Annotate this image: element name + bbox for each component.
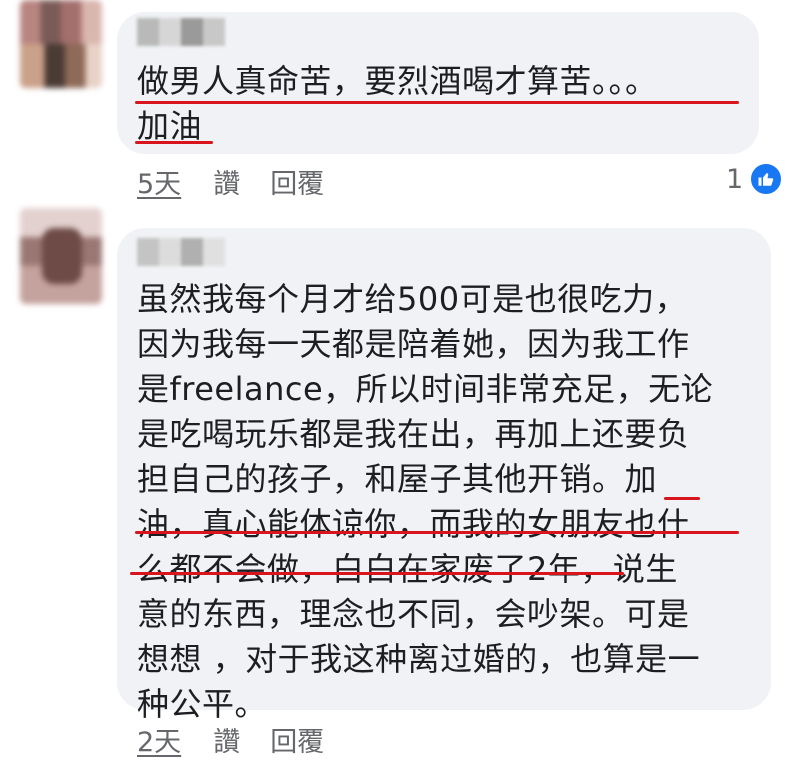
comment-timestamp[interactable]: 2天 [137, 720, 181, 759]
comment-actions: 2天 讚 回覆 [137, 720, 354, 759]
commenter-name-blurred[interactable] [137, 238, 225, 266]
highlight-underline [135, 101, 739, 104]
highlight-underline [664, 497, 700, 500]
commenter-avatar[interactable] [20, 208, 102, 304]
highlight-underline [135, 141, 213, 144]
thumbs-up-icon [749, 162, 784, 196]
reply-button[interactable]: 回覆 [270, 720, 324, 759]
comment-text: 做男人真命苦，要烈酒喝才算苦。。。 加油 [137, 62, 658, 145]
comment-timestamp[interactable]: 5天 [137, 162, 181, 201]
like-button[interactable]: 讚 [213, 162, 240, 201]
reply-button[interactable]: 回覆 [270, 162, 324, 201]
commenter-avatar[interactable] [20, 0, 102, 88]
comment-actions: 5天 讚 回覆 [137, 162, 354, 201]
highlight-underline [135, 531, 739, 534]
like-button[interactable]: 讚 [213, 720, 240, 759]
reaction-count: 1 [726, 163, 744, 195]
commenter-name-blurred[interactable] [137, 18, 225, 46]
comment-text: 虽然我每个月才给500可是也很吃力， 因为我每一天都是陪着她，因为我工作 是fr… [137, 280, 714, 723]
reaction-summary[interactable]: 1 [726, 162, 784, 196]
highlight-underline [130, 572, 624, 575]
